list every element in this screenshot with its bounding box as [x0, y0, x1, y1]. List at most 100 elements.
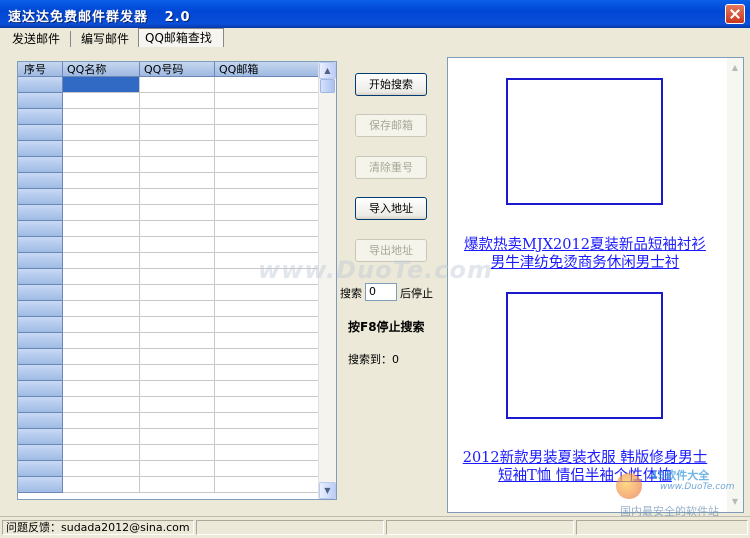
- qq-name-cell[interactable]: [63, 189, 140, 205]
- ad-browser-panel[interactable]: 爆款热卖MJX2012夏装新品短袖衬衫 男牛津纺免烫商务休闲男士衬 2012新款…: [447, 57, 744, 513]
- ad-product-image-2[interactable]: [506, 292, 663, 419]
- qq-number-cell[interactable]: [140, 109, 215, 125]
- row-index-cell[interactable]: [18, 461, 63, 477]
- qq-email-cell[interactable]: [215, 365, 319, 381]
- row-index-cell[interactable]: [18, 125, 63, 141]
- qq-email-cell[interactable]: [215, 333, 319, 349]
- start-search-button[interactable]: 开始搜索: [355, 73, 427, 96]
- row-index-cell[interactable]: [18, 205, 63, 221]
- qq-email-cell[interactable]: [215, 221, 319, 237]
- table-row[interactable]: [18, 109, 319, 125]
- row-index-cell[interactable]: [18, 269, 63, 285]
- qq-email-cell[interactable]: [215, 429, 319, 445]
- table-row[interactable]: [18, 141, 319, 157]
- qq-name-cell[interactable]: [63, 349, 140, 365]
- qq-email-cell[interactable]: [215, 173, 319, 189]
- qq-email-cell[interactable]: [215, 237, 319, 253]
- ad-link-2[interactable]: 2012新款男装夏装衣服 韩版修身男士短袖T恤 情侣半袖个性体恤: [458, 449, 712, 485]
- table-row[interactable]: [18, 173, 319, 189]
- qq-name-cell[interactable]: [63, 333, 140, 349]
- qq-number-cell[interactable]: [140, 285, 215, 301]
- qq-name-cell[interactable]: [63, 461, 140, 477]
- qq-number-cell[interactable]: [140, 237, 215, 253]
- row-index-cell[interactable]: [18, 109, 63, 125]
- row-index-cell[interactable]: [18, 253, 63, 269]
- table-row[interactable]: [18, 349, 319, 365]
- qq-name-cell[interactable]: [63, 397, 140, 413]
- ad-product-image-1[interactable]: [506, 78, 663, 205]
- qq-number-cell[interactable]: [140, 269, 215, 285]
- column-header-index[interactable]: 序号: [18, 62, 63, 77]
- row-index-cell[interactable]: [18, 397, 63, 413]
- qq-name-cell[interactable]: [63, 157, 140, 173]
- table-row[interactable]: [18, 93, 319, 109]
- table-row[interactable]: [18, 269, 319, 285]
- qq-email-cell[interactable]: [215, 301, 319, 317]
- column-header-qq-name[interactable]: QQ名称: [63, 62, 140, 77]
- qq-email-cell[interactable]: [215, 317, 319, 333]
- qq-email-cell[interactable]: [215, 253, 319, 269]
- table-row[interactable]: [18, 413, 319, 429]
- row-index-cell[interactable]: [18, 77, 63, 93]
- ad-link-1[interactable]: 爆款热卖MJX2012夏装新品短袖衬衫 男牛津纺免烫商务休闲男士衬: [462, 236, 708, 272]
- qq-number-cell[interactable]: [140, 253, 215, 269]
- ad-scroll-up-icon[interactable]: ▲: [727, 60, 743, 76]
- table-row[interactable]: [18, 77, 319, 93]
- column-header-qq-number[interactable]: QQ号码: [140, 62, 215, 77]
- table-row[interactable]: [18, 429, 319, 445]
- qq-name-cell[interactable]: [63, 141, 140, 157]
- qq-name-cell[interactable]: [63, 365, 140, 381]
- table-row[interactable]: [18, 477, 319, 493]
- tab-compose-mail[interactable]: 编写邮件: [75, 31, 143, 47]
- table-row[interactable]: [18, 365, 319, 381]
- qq-number-cell[interactable]: [140, 77, 215, 93]
- table-row[interactable]: [18, 445, 319, 461]
- table-row[interactable]: [18, 461, 319, 477]
- qq-email-cell[interactable]: [215, 477, 319, 493]
- qq-number-cell[interactable]: [140, 301, 215, 317]
- table-row[interactable]: [18, 301, 319, 317]
- ad-panel-scrollbar[interactable]: ▲ ▼: [727, 58, 743, 512]
- import-address-button[interactable]: 导入地址: [355, 197, 427, 220]
- row-index-cell[interactable]: [18, 477, 63, 493]
- qq-number-cell[interactable]: [140, 413, 215, 429]
- qq-name-cell[interactable]: [63, 173, 140, 189]
- table-row[interactable]: [18, 333, 319, 349]
- table-row[interactable]: [18, 205, 319, 221]
- qq-email-cell[interactable]: [215, 77, 319, 93]
- qq-number-cell[interactable]: [140, 333, 215, 349]
- qq-number-cell[interactable]: [140, 445, 215, 461]
- qq-name-cell[interactable]: [63, 253, 140, 269]
- table-row[interactable]: [18, 125, 319, 141]
- table-row[interactable]: [18, 397, 319, 413]
- qq-name-cell[interactable]: [63, 269, 140, 285]
- qq-number-cell[interactable]: [140, 205, 215, 221]
- row-index-cell[interactable]: [18, 413, 63, 429]
- table-row[interactable]: [18, 221, 319, 237]
- qq-email-cell[interactable]: [215, 189, 319, 205]
- qq-email-cell[interactable]: [215, 125, 319, 141]
- qq-email-cell[interactable]: [215, 285, 319, 301]
- qq-number-cell[interactable]: [140, 173, 215, 189]
- qq-name-cell[interactable]: [63, 301, 140, 317]
- row-index-cell[interactable]: [18, 141, 63, 157]
- qq-email-cell[interactable]: [215, 141, 319, 157]
- qq-email-cell[interactable]: [215, 381, 319, 397]
- qq-name-cell[interactable]: [63, 445, 140, 461]
- grid-scrollbar[interactable]: ▲ ▼: [318, 62, 336, 499]
- scroll-down-icon[interactable]: ▼: [319, 482, 336, 499]
- qq-number-cell[interactable]: [140, 429, 215, 445]
- qq-name-cell[interactable]: [63, 77, 140, 93]
- scroll-up-icon[interactable]: ▲: [319, 62, 336, 79]
- tab-qq-mailbox-search[interactable]: QQ邮箱查找: [138, 28, 224, 47]
- row-index-cell[interactable]: [18, 301, 63, 317]
- qq-name-cell[interactable]: [63, 285, 140, 301]
- export-address-button[interactable]: 导出地址: [355, 239, 427, 262]
- row-index-cell[interactable]: [18, 429, 63, 445]
- row-index-cell[interactable]: [18, 189, 63, 205]
- qq-number-cell[interactable]: [140, 221, 215, 237]
- qq-name-cell[interactable]: [63, 125, 140, 141]
- qq-name-cell[interactable]: [63, 477, 140, 493]
- qq-email-cell[interactable]: [215, 157, 319, 173]
- qq-email-cell[interactable]: [215, 269, 319, 285]
